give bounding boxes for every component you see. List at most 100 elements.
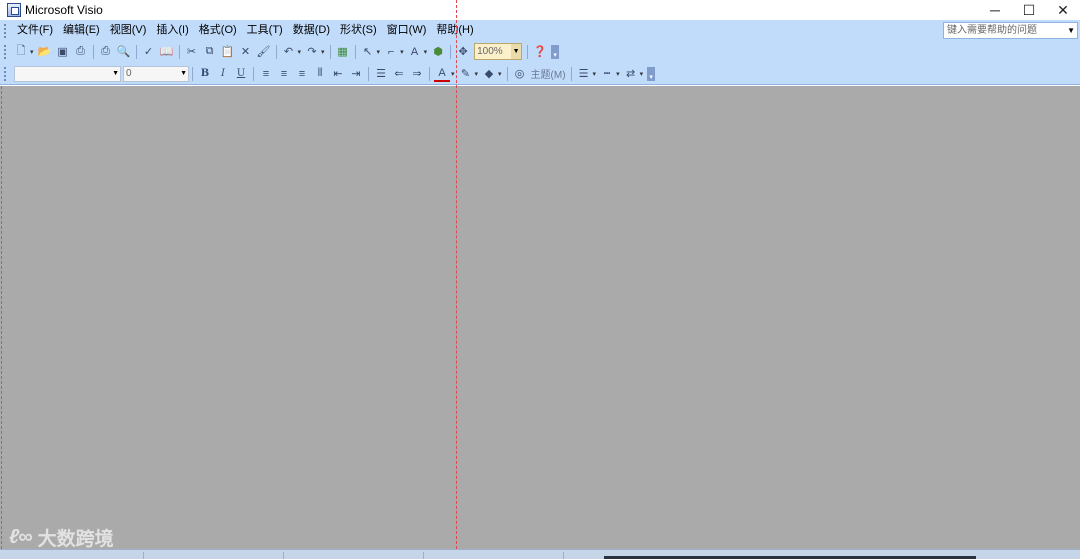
new-dropdown-icon[interactable]: ▾ xyxy=(30,48,34,56)
menu-shape[interactable]: 形状(S) xyxy=(335,20,382,41)
line-color-dropdown-icon[interactable]: ▾ xyxy=(475,70,479,78)
line-pattern-dropdown-icon[interactable]: ▾ xyxy=(616,70,620,78)
italic-button[interactable]: I xyxy=(215,66,231,82)
menu-data[interactable]: 数据(D) xyxy=(288,20,335,41)
theme-icon[interactable]: ◎ xyxy=(512,66,528,82)
line-pattern-icon[interactable]: ┅ xyxy=(599,66,615,82)
visio-app-icon[interactable] xyxy=(7,3,21,17)
print-preview-icon[interactable]: 🔍 xyxy=(116,44,132,60)
line-ends-dropdown-icon[interactable]: ▾ xyxy=(640,70,644,78)
theme-button-label[interactable]: 主题(M) xyxy=(531,66,566,81)
permission-icon[interactable]: ⎙ xyxy=(73,44,89,60)
pointer-tool-icon[interactable]: ↖ xyxy=(360,44,376,60)
status-pane xyxy=(563,552,564,559)
underline-button[interactable]: U xyxy=(233,66,249,82)
toolbar-separator xyxy=(354,44,356,59)
menu-format[interactable]: 格式(O) xyxy=(194,20,242,41)
toolbar-separator xyxy=(135,44,137,59)
align-center-icon[interactable]: ≡ xyxy=(276,66,292,82)
toolbar-separator xyxy=(275,44,277,59)
paste-icon[interactable]: 📋 xyxy=(220,44,236,60)
increase-indent-icon[interactable]: ⇒ xyxy=(409,66,425,82)
fill-color-dropdown-icon[interactable]: ▾ xyxy=(498,70,502,78)
new-icon[interactable]: 🗋 xyxy=(13,44,29,60)
menu-bar: 文件(F) 编辑(E) 视图(V) 插入(I) 格式(O) 工具(T) 数据(D… xyxy=(0,20,1080,41)
close-button[interactable]: ✕ xyxy=(1045,0,1080,20)
open-icon[interactable]: 📂 xyxy=(37,44,53,60)
line-ends-icon[interactable]: ⇄ xyxy=(623,66,639,82)
justify-icon[interactable]: ⫴ xyxy=(312,66,328,82)
undo-dropdown-icon[interactable]: ▾ xyxy=(298,48,302,56)
connector-tool-icon[interactable]: ⌐ xyxy=(383,44,399,60)
delete-icon[interactable]: ✕ xyxy=(238,44,254,60)
status-pane xyxy=(283,552,284,559)
font-color-icon[interactable]: A xyxy=(434,66,450,82)
font-dropdown-arrow-icon[interactable]: ▼ xyxy=(112,67,119,81)
font-color-dropdown-icon[interactable]: ▾ xyxy=(451,70,455,78)
font-size-dropdown-arrow-icon[interactable]: ▼ xyxy=(180,67,187,81)
line-weight-icon[interactable]: ☰ xyxy=(576,66,592,82)
menu-view[interactable]: 视图(V) xyxy=(105,20,152,41)
bullets-icon[interactable]: ☰ xyxy=(373,66,389,82)
align-right-icon[interactable]: ≡ xyxy=(294,66,310,82)
menu-window[interactable]: 窗口(W) xyxy=(382,20,432,41)
line-weight-dropdown-icon[interactable]: ▾ xyxy=(593,70,597,78)
window-title: Microsoft Visio xyxy=(25,3,103,17)
undo-icon[interactable]: ↶ xyxy=(281,44,297,60)
minimize-button[interactable]: ─ xyxy=(977,0,1013,20)
menu-grip-handle[interactable] xyxy=(4,23,7,38)
title-bar: Microsoft Visio ─ ☐ ✕ xyxy=(0,0,1080,20)
pointer-dropdown-icon[interactable]: ▾ xyxy=(377,48,381,56)
watermark: ℓ∞ 大数跨境 xyxy=(9,524,114,551)
help-search-input[interactable]: 键入需要帮助的问题 ▼ xyxy=(943,22,1078,39)
menu-file[interactable]: 文件(F) xyxy=(12,20,58,41)
toolbar-options-icon[interactable]: ▾ xyxy=(647,66,656,81)
zoom-dropdown-arrow-icon[interactable]: ▼ xyxy=(511,44,522,59)
copy-icon[interactable]: ⧉ xyxy=(202,44,218,60)
bold-button[interactable]: B xyxy=(197,66,213,82)
text-tool-icon[interactable]: A xyxy=(407,44,423,60)
menu-insert[interactable]: 插入(I) xyxy=(151,20,193,41)
help-icon[interactable]: ❓ xyxy=(532,44,548,60)
indent-right-icon[interactable]: ⇥ xyxy=(348,66,364,82)
left-guide-line xyxy=(1,86,2,549)
font-name-select[interactable]: ▼ xyxy=(14,65,121,82)
text-dropdown-icon[interactable]: ▾ xyxy=(424,48,428,56)
toolbar-grip-handle[interactable] xyxy=(4,44,7,59)
print-icon[interactable]: ⎙ xyxy=(98,44,114,60)
pan-zoom-icon[interactable]: ✥ xyxy=(455,44,471,60)
zoom-value: 100% xyxy=(477,46,503,57)
command-band: 文件(F) 编辑(E) 视图(V) 插入(I) 格式(O) 工具(T) 数据(D… xyxy=(0,20,1080,85)
help-dropdown-arrow-icon[interactable]: ▼ xyxy=(1067,23,1075,38)
toolbar-separator xyxy=(429,66,430,81)
align-left-icon[interactable]: ≡ xyxy=(258,66,274,82)
toolbar-grip-handle[interactable] xyxy=(4,66,7,81)
toolbar-separator xyxy=(178,44,180,59)
redo-dropdown-icon[interactable]: ▾ xyxy=(321,48,325,56)
menu-tools[interactable]: 工具(T) xyxy=(242,20,288,41)
maximize-button[interactable]: ☐ xyxy=(1011,0,1047,20)
research-icon[interactable]: 📖 xyxy=(159,44,175,60)
toolbar-options-icon[interactable]: ▾ xyxy=(551,44,560,59)
shapes-icon[interactable]: ▦ xyxy=(335,44,351,60)
ink-icon[interactable]: ⬢ xyxy=(430,44,446,60)
line-color-icon[interactable]: ✎ xyxy=(458,66,474,82)
connector-dropdown-icon[interactable]: ▾ xyxy=(400,48,404,56)
cut-icon[interactable]: ✂ xyxy=(184,44,200,60)
save-icon[interactable]: ▣ xyxy=(55,44,71,60)
font-size-select[interactable]: 0 ▼ xyxy=(123,65,189,82)
watermark-logo: ℓ∞ xyxy=(9,526,33,548)
indent-left-icon[interactable]: ⇤ xyxy=(330,66,346,82)
menu-edit[interactable]: 编辑(E) xyxy=(58,20,105,41)
format-painter-icon[interactable]: 🖌 xyxy=(256,44,272,60)
zoom-select[interactable]: 100% ▼ xyxy=(474,43,523,60)
spelling-icon[interactable]: ✓ xyxy=(141,44,157,60)
redo-icon[interactable]: ↷ xyxy=(304,44,320,60)
formatting-toolbar: ▼ 0 ▼ B I U ≡ ≡ ≡ ⫴ ⇤ ⇥ ☰ ⇐ ⇒ A ▾ ✎ ▾ ◆ ▾ ◎… xyxy=(0,63,656,84)
toolbar-separator xyxy=(253,66,254,81)
decrease-indent-icon[interactable]: ⇐ xyxy=(391,66,407,82)
fill-color-icon[interactable]: ◆ xyxy=(481,66,497,82)
toolbar-separator xyxy=(329,44,331,59)
status-pane xyxy=(423,552,424,559)
drawing-workspace[interactable] xyxy=(0,86,1080,549)
